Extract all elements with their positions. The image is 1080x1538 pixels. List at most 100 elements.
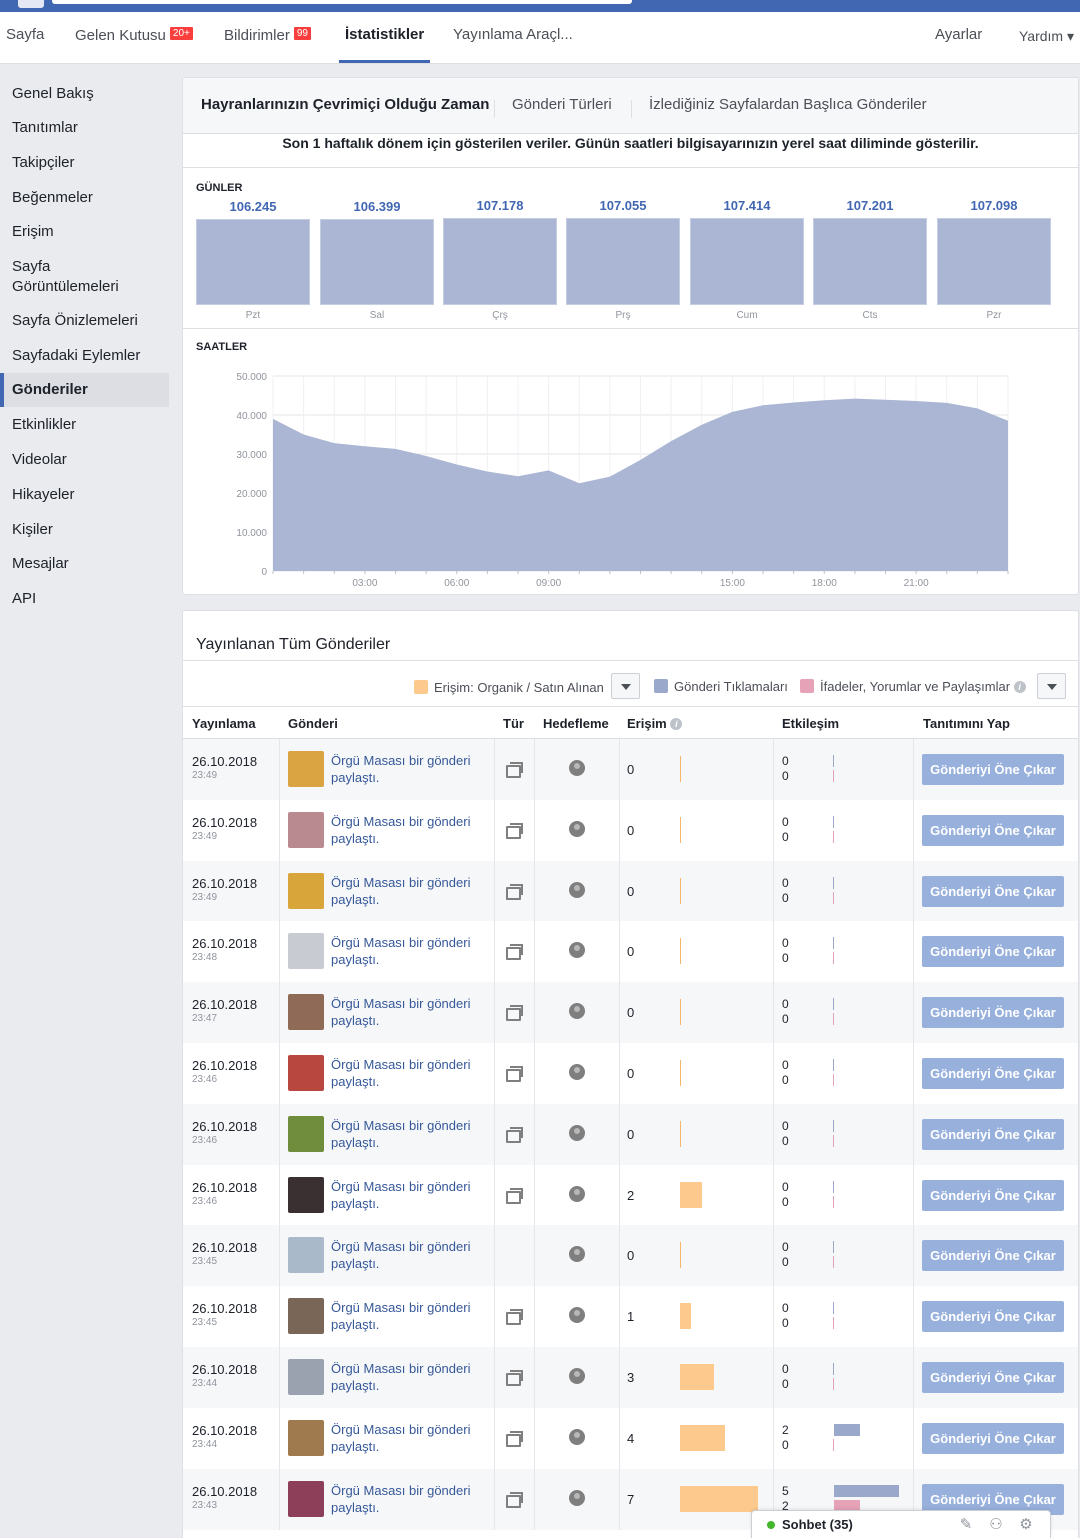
boost-post-button[interactable]: Gönderiyi Öne Çıkar <box>922 754 1064 785</box>
nav-settings[interactable]: Ayarlar <box>935 26 982 43</box>
day-bar[interactable] <box>566 218 680 305</box>
boost-post-button[interactable]: Gönderiyi Öne Çıkar <box>922 1179 1064 1211</box>
sidebar-item-actions-on-page[interactable]: Sayfadaki Eylemler <box>0 346 169 366</box>
post-thumbnail[interactable] <box>288 751 324 787</box>
column-header-reach[interactable]: Erişim i <box>627 716 683 731</box>
gear-icon[interactable]: ⚙ <box>1018 1517 1034 1533</box>
search-input[interactable] <box>52 0 632 4</box>
sidebar-item-followers[interactable]: Takipçiler <box>0 153 169 173</box>
tab-fans-online[interactable]: Hayranlarınızın Çevrimiçi Olduğu Zaman <box>201 96 489 113</box>
column-header-type[interactable]: Tür <box>503 716 524 731</box>
post-thumbnail[interactable] <box>288 994 324 1031</box>
reactions-value: 0 <box>782 1316 789 1331</box>
post-thumbnail[interactable] <box>288 1359 324 1395</box>
nav-publishing-tools[interactable]: Yayınlama Araçl... <box>453 26 573 43</box>
post-link[interactable]: Örgü Masası bir gönderi paylaştı. <box>331 934 481 968</box>
post-link[interactable]: Örgü Masası bir gönderi paylaştı. <box>331 1299 481 1333</box>
nav-help-dropdown[interactable]: Yardım ▾ <box>1019 28 1074 45</box>
engagement-dropdown-button[interactable] <box>1037 673 1066 699</box>
tab-top-posts-watched-pages[interactable]: İzlediğiniz Sayfalardan Başlıca Gönderil… <box>649 96 927 113</box>
post-link[interactable]: Örgü Masası bir gönderi paylaştı. <box>331 1482 481 1516</box>
post-thumbnail[interactable] <box>288 1480 324 1517</box>
nav-inbox[interactable]: Gelen Kutusu 20+ <box>75 26 194 44</box>
chat-bar[interactable]: Sohbet (35) ✎ ⚇ ⚙ <box>751 1510 1051 1538</box>
boost-post-button[interactable]: Gönderiyi Öne Çıkar <box>922 936 1064 968</box>
info-icon[interactable]: i <box>1013 681 1026 693</box>
post-link[interactable]: Örgü Masası bir gönderi paylaştı. <box>331 995 481 1029</box>
day-bar[interactable] <box>937 218 1051 305</box>
tab-post-types[interactable]: Gönderi Türleri <box>512 96 612 113</box>
reach-bar[interactable] <box>680 1181 703 1208</box>
column-header-targeting[interactable]: Hedefleme <box>543 716 609 731</box>
sidebar-item-api[interactable]: API <box>0 589 169 609</box>
post-link[interactable]: Örgü Masası bir gönderi paylaştı. <box>331 1360 481 1394</box>
day-bar[interactable] <box>320 219 434 305</box>
reach-dropdown-button[interactable] <box>611 673 640 699</box>
post-thumbnail[interactable] <box>288 1237 324 1274</box>
day-bar[interactable] <box>196 219 310 305</box>
day-bar[interactable] <box>690 218 804 305</box>
clicks-bar[interactable] <box>834 1423 860 1436</box>
sidebar-item-messages[interactable]: Mesajlar <box>0 554 169 574</box>
post-link[interactable]: Örgü Masası bir gönderi paylaştı. <box>331 1117 481 1151</box>
post-thumbnail[interactable] <box>288 933 324 970</box>
boost-post-button[interactable]: Gönderiyi Öne Çıkar <box>922 1118 1064 1150</box>
post-thumbnail[interactable] <box>288 1298 324 1335</box>
sidebar-item-events[interactable]: Etkinlikler <box>0 415 169 435</box>
post-link[interactable]: Örgü Masası bir gönderi paylaştı. <box>331 1421 481 1455</box>
boost-post-button[interactable]: Gönderiyi Öne Çıkar <box>922 1058 1064 1089</box>
column-header-engagement[interactable]: Etkileşim <box>782 716 839 731</box>
sidebar-item-people[interactable]: Kişiler <box>0 520 169 540</box>
column-header-post[interactable]: Gönderi <box>288 716 338 731</box>
post-link[interactable]: Örgü Masası bir gönderi paylaştı. <box>331 1178 481 1212</box>
nav-page[interactable]: Sayfa <box>6 26 44 43</box>
day-bar[interactable] <box>813 218 927 305</box>
boost-post-button[interactable]: Gönderiyi Öne Çıkar <box>922 1240 1064 1272</box>
post-link[interactable]: Örgü Masası bir gönderi paylaştı. <box>331 1056 481 1090</box>
sidebar-item-page-views[interactable]: Sayfa Görüntülemeleri <box>0 257 150 297</box>
post-thumbnail[interactable] <box>288 1176 324 1213</box>
post-thumbnail[interactable] <box>288 1115 324 1152</box>
facebook-logo-icon[interactable] <box>18 0 44 8</box>
boost-post-button[interactable]: Gönderiyi Öne Çıkar <box>922 997 1064 1029</box>
compose-icon[interactable]: ✎ <box>958 1517 974 1533</box>
reach-bar[interactable] <box>680 1485 759 1512</box>
info-icon[interactable]: i <box>670 718 683 730</box>
post-thumbnail[interactable] <box>288 811 324 848</box>
hours-area-chart[interactable]: 0 10.000 20.000 30.000 40.000 50.000 03:00 06:0… <box>183 364 1080 594</box>
post-link[interactable]: Örgü Masası bir gönderi paylaştı. <box>331 1238 481 1272</box>
nav-notifications[interactable]: Bildirimler 99 <box>224 26 312 44</box>
column-divider <box>534 1286 535 1348</box>
boost-post-button[interactable]: Gönderiyi Öne Çıkar <box>922 1422 1064 1454</box>
sidebar-item-likes[interactable]: Beğenmeler <box>0 188 169 208</box>
sidebar-item-stories[interactable]: Hikayeler <box>0 485 169 505</box>
sidebar-item-videos[interactable]: Videolar <box>0 450 169 470</box>
day-bar[interactable] <box>443 218 557 305</box>
post-thumbnail[interactable] <box>288 1419 324 1456</box>
sidebar-item-reach[interactable]: Erişim <box>0 222 169 242</box>
sidebar-item-promotions[interactable]: Tanıtımlar <box>0 118 169 138</box>
boost-post-button[interactable]: Gönderiyi Öne Çıkar <box>922 1362 1064 1393</box>
post-thumbnail[interactable] <box>288 872 324 909</box>
column-header-boost[interactable]: Tanıtımını Yap <box>923 716 1010 731</box>
boost-post-button[interactable]: Gönderiyi Öne Çıkar <box>922 814 1064 846</box>
tab-divider <box>494 100 495 118</box>
column-divider <box>773 1225 774 1287</box>
group-icon[interactable]: ⚇ <box>988 1517 1004 1533</box>
post-thumbnail[interactable] <box>288 1055 324 1091</box>
column-header-published[interactable]: Yayınlama <box>192 716 256 731</box>
column-divider <box>913 860 914 922</box>
reach-bar[interactable] <box>680 1424 725 1451</box>
post-link[interactable]: Örgü Masası bir gönderi paylaştı. <box>331 752 481 786</box>
sidebar-item-posts[interactable]: Gönderiler <box>0 373 169 407</box>
clicks-bar[interactable] <box>834 1484 899 1497</box>
post-link[interactable]: Örgü Masası bir gönderi paylaştı. <box>331 813 481 847</box>
boost-post-button[interactable]: Gönderiyi Öne Çıkar <box>922 875 1064 907</box>
reach-bar[interactable] <box>680 1303 692 1330</box>
reach-bar[interactable] <box>680 1364 714 1390</box>
post-link[interactable]: Örgü Masası bir gönderi paylaştı. <box>331 874 481 908</box>
sidebar-item-overview[interactable]: Genel Bakış <box>0 84 169 104</box>
sidebar-item-page-previews[interactable]: Sayfa Önizlemeleri <box>0 311 169 331</box>
boost-post-button[interactable]: Gönderiyi Öne Çıkar <box>922 1301 1064 1333</box>
nav-insights[interactable]: İstatistikler <box>345 26 424 43</box>
